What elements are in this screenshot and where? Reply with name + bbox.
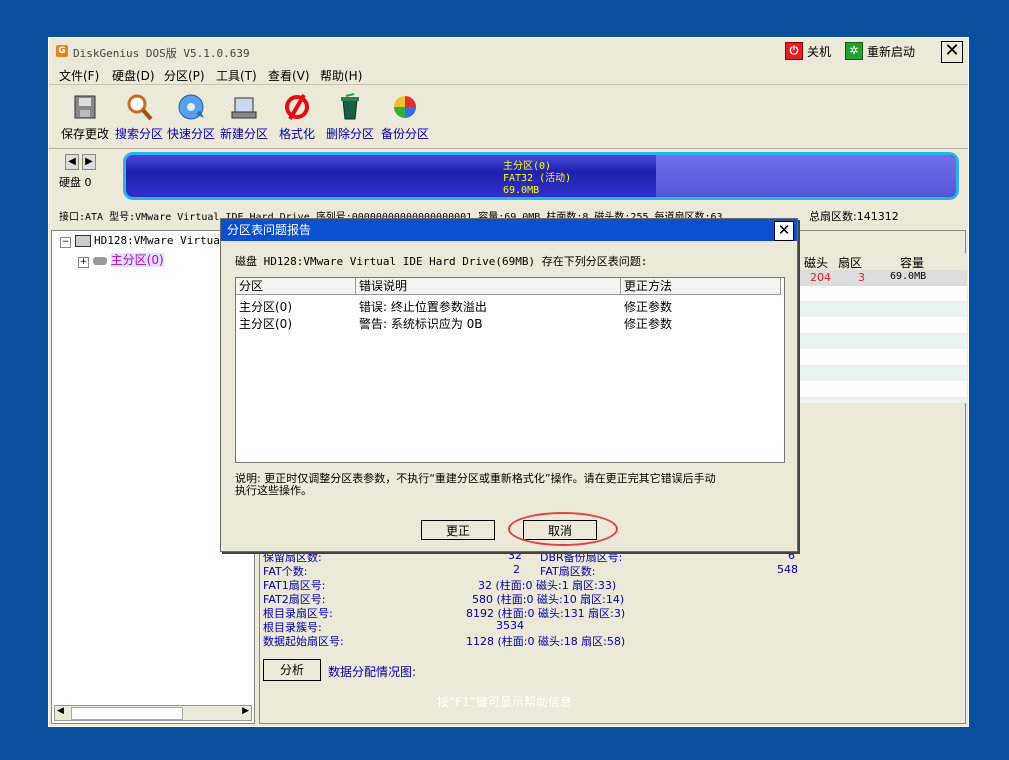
partition-table-header: 磁头 扇区 容量: [800, 253, 967, 270]
expand-icon[interactable]: +: [78, 257, 89, 268]
quick-partition-label: 快速分区: [167, 127, 216, 141]
row-2-fix: 修正参数: [624, 317, 673, 331]
title-bar: G DiskGenius DOS版 V5.1.0.639 ⏻ 关机 ✲ 重新启动…: [49, 38, 968, 64]
partition-report-dialog: 分区表问题报告 ✕ 磁盘 HD128:VMware Virtual IDE Ha…: [220, 218, 798, 552]
row-1-fix: 修正参数: [624, 300, 673, 314]
shutdown-button[interactable]: ⏻ 关机: [785, 42, 831, 60]
backup-icon: [390, 92, 420, 122]
format-icon: [282, 92, 312, 122]
toolbar: 保存更改 搜索分区 快速分区 新建分区 格式化 删除分区 备份分区: [49, 86, 968, 149]
menu-bar: 文件(F) 硬盘(D) 分区(P) 工具(T) 查看(V) 帮助(H): [49, 64, 968, 85]
next-disk-button[interactable]: ▶: [82, 154, 96, 170]
close-window-button[interactable]: ✕: [941, 41, 963, 63]
partition-bar-fs: FAT32 (活动): [503, 173, 572, 184]
disk-label: 硬盘 0: [59, 176, 92, 189]
detail-value: 2: [513, 563, 520, 576]
restart-button[interactable]: ✲ 重新启动: [845, 42, 915, 60]
save-icon: [70, 92, 100, 122]
row-2-partition[interactable]: 主分区(0): [239, 315, 292, 332]
detail-value: 1128 (柱面:0 磁头:18 扇区:58): [466, 635, 626, 648]
total-sectors: 总扇区数:141312: [809, 210, 899, 223]
app-icon: G: [56, 45, 68, 57]
backup-partition-button[interactable]: 备份分区: [381, 92, 429, 142]
delete-label: 删除分区: [326, 127, 375, 141]
header-heads: 磁头: [804, 256, 829, 270]
tree-partition-node[interactable]: + 主分区(0): [78, 251, 164, 268]
search-icon: [124, 92, 154, 122]
partition-bar-text: 主分区(0) FAT32 (活动) 69.0MB: [503, 161, 571, 197]
partition-bar[interactable]: 主分区(0) FAT32 (活动) 69.0MB: [123, 152, 959, 200]
window-title: DiskGenius DOS版 V5.1.0.639: [73, 47, 250, 60]
backup-label: 备份分区: [381, 127, 430, 141]
dialog-close-button[interactable]: ✕: [774, 221, 794, 241]
row-2-error: 警告: 系统标识应为 0B: [359, 317, 483, 331]
new-partition-icon: [229, 92, 259, 122]
delete-icon: [335, 92, 365, 122]
new-partition-button[interactable]: 新建分区: [220, 92, 268, 142]
save-label: 保存更改: [61, 127, 110, 141]
row-capacity: 69.0MB: [890, 271, 927, 282]
shutdown-label: 关机: [807, 44, 832, 59]
detail-value: 3534: [496, 619, 524, 632]
hard-disk-icon: [74, 235, 91, 247]
row-1-partition[interactable]: 主分区(0): [239, 298, 292, 315]
row-heads: 204: [810, 271, 831, 284]
dialog-title: 分区表问题报告: [221, 219, 797, 241]
detail-row: 数据起始扇区号: 1128 (柱面:0 磁头:18 扇区:58): [263, 633, 625, 649]
column-error[interactable]: 错误说明: [356, 278, 621, 295]
dialog-note: 说明: 更正时仅调整分区表参数，不执行“重建分区或重新格式化”操作。请在更正完其…: [235, 473, 716, 497]
format-button[interactable]: 格式化: [279, 92, 315, 142]
save-changes-button[interactable]: 保存更改: [61, 92, 109, 142]
problem-list[interactable]: 分区 错误说明 更正方法 主分区(0) 错误: 终止位置参数溢出 修正参数 主分…: [235, 277, 785, 463]
allocation-map-label: 数据分配情况图:: [328, 665, 417, 679]
new-partition-label: 新建分区: [220, 127, 269, 141]
delete-partition-button[interactable]: 删除分区: [326, 92, 374, 142]
header-sectors: 扇区: [838, 256, 863, 270]
column-partition[interactable]: 分区: [236, 278, 356, 295]
column-fix[interactable]: 更正方法: [621, 278, 781, 295]
partition-bar-name: 主分区(0): [503, 161, 552, 172]
restart-label: 重新启动: [867, 44, 916, 59]
header-capacity: 容量: [900, 256, 925, 270]
status-bar: 按“F1”键可显示帮助信息: [437, 695, 572, 709]
cancel-button[interactable]: 取消: [523, 520, 597, 540]
menu-view[interactable]: 查看(V): [268, 67, 310, 84]
power-icon: ⏻: [785, 42, 803, 60]
prev-disk-button[interactable]: ◀: [65, 154, 79, 170]
detail-value-2: 548: [777, 563, 798, 576]
row-1-error: 错误: 终止位置参数溢出: [359, 300, 487, 314]
format-label: 格式化: [279, 127, 316, 141]
quick-partition-icon: [176, 92, 206, 122]
free-space-segment: [656, 155, 956, 197]
dialog-message: 磁盘 HD128:VMware Virtual IDE Hard Drive(6…: [235, 255, 648, 268]
menu-tools[interactable]: 工具(T): [216, 67, 257, 84]
detail-label: 数据起始扇区号:: [263, 635, 344, 648]
search-label: 搜索分区: [115, 127, 164, 141]
disk-map-row: ◀ ▶ 硬盘 0 主分区(0) FAT32 (活动) 69.0MB: [49, 150, 968, 204]
partition-bar-size: 69.0MB: [503, 185, 540, 196]
row-sectors: 3: [858, 271, 865, 284]
restart-icon: ✲: [845, 42, 863, 60]
partition-table-row[interactable]: 204 3 69.0MB: [800, 270, 967, 286]
dialog-note-line-2: 执行这些操作。: [235, 484, 312, 497]
menu-disk[interactable]: 硬盘(D): [112, 67, 155, 84]
search-partition-button[interactable]: 搜索分区: [115, 92, 163, 142]
fix-button[interactable]: 更正: [421, 520, 495, 540]
collapse-icon[interactable]: −: [60, 237, 71, 248]
detail-value: 8192 (柱面:0 磁头:131 扇区:3): [466, 607, 626, 620]
analyze-button[interactable]: 分析: [263, 659, 321, 681]
menu-help[interactable]: 帮助(H): [320, 67, 362, 84]
tree-partition-label: 主分区(0): [110, 253, 164, 267]
partition-icon: [92, 256, 107, 265]
menu-partition[interactable]: 分区(P): [164, 67, 205, 84]
quick-partition-button[interactable]: 快速分区: [167, 92, 215, 142]
menu-file[interactable]: 文件(F): [59, 67, 99, 84]
